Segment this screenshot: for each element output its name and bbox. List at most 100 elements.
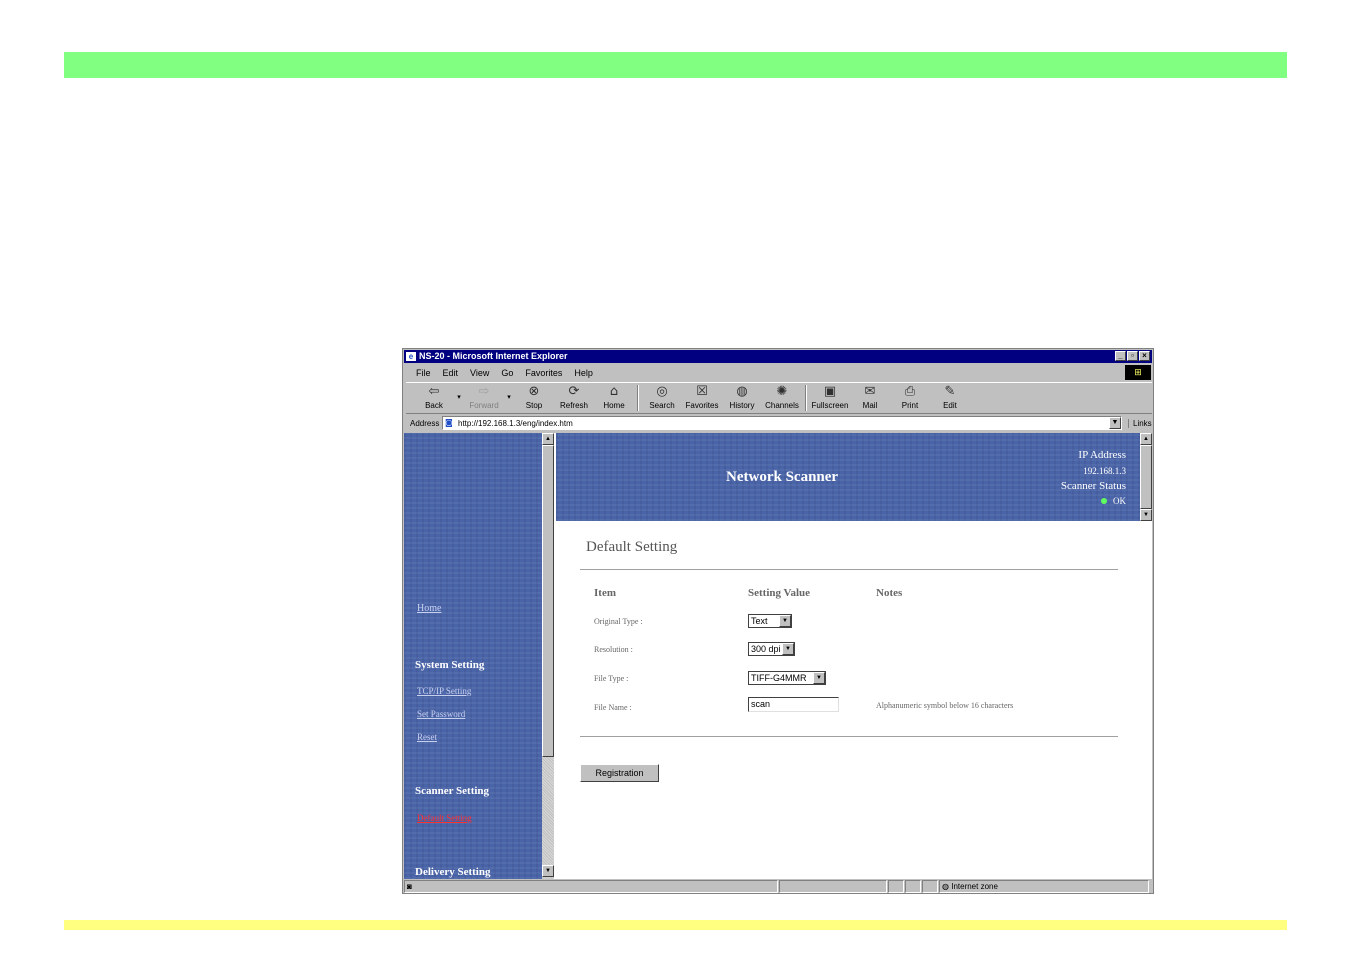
original-type-select[interactable]: Text ▼	[748, 614, 792, 628]
back-arrow-icon: ⇦	[428, 384, 440, 399]
header-frame: Network Scanner IP Address 192.168.1.3 S…	[556, 433, 1152, 521]
file-name-note: Alphanumeric symbol below 16 characters	[876, 701, 1014, 710]
delivery-setting-heading: Delivery Setting	[415, 866, 491, 878]
nav-home-link[interactable]: Home	[417, 603, 441, 614]
channels-button[interactable]: ✺ Channels	[762, 383, 802, 413]
home-button[interactable]: ⌂ Home	[594, 383, 634, 413]
scroll-down-icon[interactable]: ▼	[542, 865, 554, 877]
browser-window: e NS-20 - Microsoft Internet Explorer _ …	[402, 348, 1154, 894]
top-color-band	[64, 52, 1287, 78]
page-status-icon: ◙	[407, 882, 412, 891]
nav-reset-link[interactable]: Reset	[417, 732, 437, 742]
maximize-button[interactable]: ▫	[1127, 351, 1138, 361]
nav-frame-scrollbar[interactable]: ▲ ▼	[542, 433, 554, 879]
globe-icon: ◍	[942, 882, 949, 891]
scroll-up-icon[interactable]: ▲	[1140, 433, 1152, 445]
scanner-setting-heading: Scanner Setting	[415, 785, 490, 797]
refresh-icon: ⟳	[568, 384, 580, 399]
header-frame-scrollbar[interactable]: ▲ ▼	[1140, 433, 1152, 521]
edit-button[interactable]: ✎ Edit	[930, 383, 970, 413]
search-icon: ◎	[656, 384, 668, 399]
forward-dropdown-icon[interactable]: ▾	[504, 393, 514, 413]
address-label: Address	[410, 418, 440, 428]
menu-go[interactable]: Go	[501, 368, 513, 378]
scroll-down-icon[interactable]: ▼	[1140, 509, 1152, 521]
home-icon: ⌂	[609, 384, 619, 399]
file-type-label: File Type :	[594, 674, 629, 683]
nav-default-setting-link[interactable]: Default Setting	[417, 813, 472, 823]
divider	[580, 736, 1118, 737]
resolution-select[interactable]: 300 dpi ▼	[748, 642, 795, 656]
column-header-setting-value: Setting Value	[748, 587, 811, 599]
print-button[interactable]: ⎙ Print	[890, 383, 930, 413]
forward-button[interactable]: ⇨ Forward	[464, 383, 504, 413]
file-name-input[interactable]: scan	[748, 697, 839, 712]
back-button[interactable]: ⇦ Back	[414, 383, 454, 413]
file-name-label: File Name :	[594, 703, 632, 712]
page: e NS-20 - Microsoft Internet Explorer _ …	[0, 0, 1352, 954]
status-cell	[922, 880, 938, 893]
toolbar-separator	[805, 385, 807, 411]
resolution-label: Resolution :	[594, 645, 633, 654]
forward-arrow-icon: ⇨	[478, 384, 490, 399]
history-button[interactable]: ◍ History	[722, 383, 762, 413]
favorites-button[interactable]: ☒ Favorites	[682, 383, 722, 413]
menu-favorites[interactable]: Favorites	[525, 368, 562, 378]
title-bar: e NS-20 - Microsoft Internet Explorer _ …	[404, 350, 1152, 363]
chevron-down-icon[interactable]: ▼	[779, 615, 791, 627]
fullscreen-icon: ▣	[823, 384, 837, 399]
page-title: Default Setting	[586, 539, 678, 555]
close-button[interactable]: ×	[1139, 351, 1150, 361]
security-zone-cell: ◍ Internet zone	[939, 880, 1149, 893]
original-type-label: Original Type :	[594, 617, 643, 626]
stop-button[interactable]: ⊗ Stop	[514, 383, 554, 413]
address-bar: Address ◙ http://192.168.1.3/eng/index.h…	[406, 415, 1152, 431]
fullscreen-button[interactable]: ▣ Fullscreen	[810, 383, 850, 413]
mail-icon: ✉	[864, 384, 876, 399]
links-button[interactable]: Links	[1128, 418, 1152, 428]
bottom-color-band	[64, 920, 1287, 930]
toolbar-separator	[637, 385, 639, 411]
status-cell	[905, 880, 921, 893]
file-type-select[interactable]: TIFF-G4MMR ▼	[748, 671, 826, 685]
ie-icon: e	[406, 352, 416, 361]
nav-set-password-link[interactable]: Set Password	[417, 709, 465, 719]
toolbar: ⇦ Back ▾ ⇨ Forward ▾ ⊗ Stop ⟳ Refresh ⌂ …	[406, 382, 1152, 414]
nav-tcpip-setting-link[interactable]: TCP/IP Setting	[417, 686, 471, 696]
minimize-button[interactable]: _	[1115, 351, 1126, 361]
chevron-down-icon[interactable]: ▼	[782, 643, 794, 655]
ip-address-value: 192.168.1.3	[1083, 466, 1126, 476]
scroll-up-icon[interactable]: ▲	[542, 433, 554, 445]
main-content-frame: Default Setting Item Setting Value Notes…	[556, 521, 1152, 879]
search-button[interactable]: ◎ Search	[642, 383, 682, 413]
column-header-notes: Notes	[876, 587, 903, 599]
registration-button[interactable]: Registration	[580, 764, 659, 782]
page-icon: ◙	[445, 418, 453, 427]
scroll-thumb[interactable]	[542, 445, 554, 757]
stop-icon: ⊗	[528, 384, 540, 399]
window-controls: _ ▫ ×	[1115, 351, 1150, 361]
column-header-item: Item	[594, 587, 616, 599]
status-cell	[888, 880, 904, 893]
address-input[interactable]: ◙ http://192.168.1.3/eng/index.htm ▼	[442, 416, 1122, 430]
menu-view[interactable]: View	[470, 368, 489, 378]
refresh-button[interactable]: ⟳ Refresh	[554, 383, 594, 413]
back-dropdown-icon[interactable]: ▾	[454, 393, 464, 413]
menu-edit[interactable]: Edit	[443, 368, 459, 378]
navigation-frame: Home System Setting TCP/IP Setting Set P…	[404, 433, 554, 879]
scroll-thumb[interactable]	[1140, 445, 1152, 509]
scanner-status-label: Scanner Status	[1060, 480, 1126, 492]
mail-button[interactable]: ✉ Mail	[850, 383, 890, 413]
security-zone-text: Internet zone	[951, 882, 998, 891]
favorites-icon: ☒	[696, 384, 708, 399]
windows-logo-icon: ⊞	[1125, 365, 1151, 380]
app-title: Network Scanner	[726, 469, 839, 485]
system-setting-heading: System Setting	[415, 659, 485, 671]
status-ok-icon	[1101, 498, 1107, 504]
print-icon: ⎙	[904, 384, 916, 399]
menu-file[interactable]: File	[416, 368, 431, 378]
menu-help[interactable]: Help	[574, 368, 593, 378]
address-dropdown-icon[interactable]: ▼	[1109, 417, 1121, 429]
address-text: http://192.168.1.3/eng/index.htm	[458, 418, 573, 428]
chevron-down-icon[interactable]: ▼	[813, 672, 825, 684]
